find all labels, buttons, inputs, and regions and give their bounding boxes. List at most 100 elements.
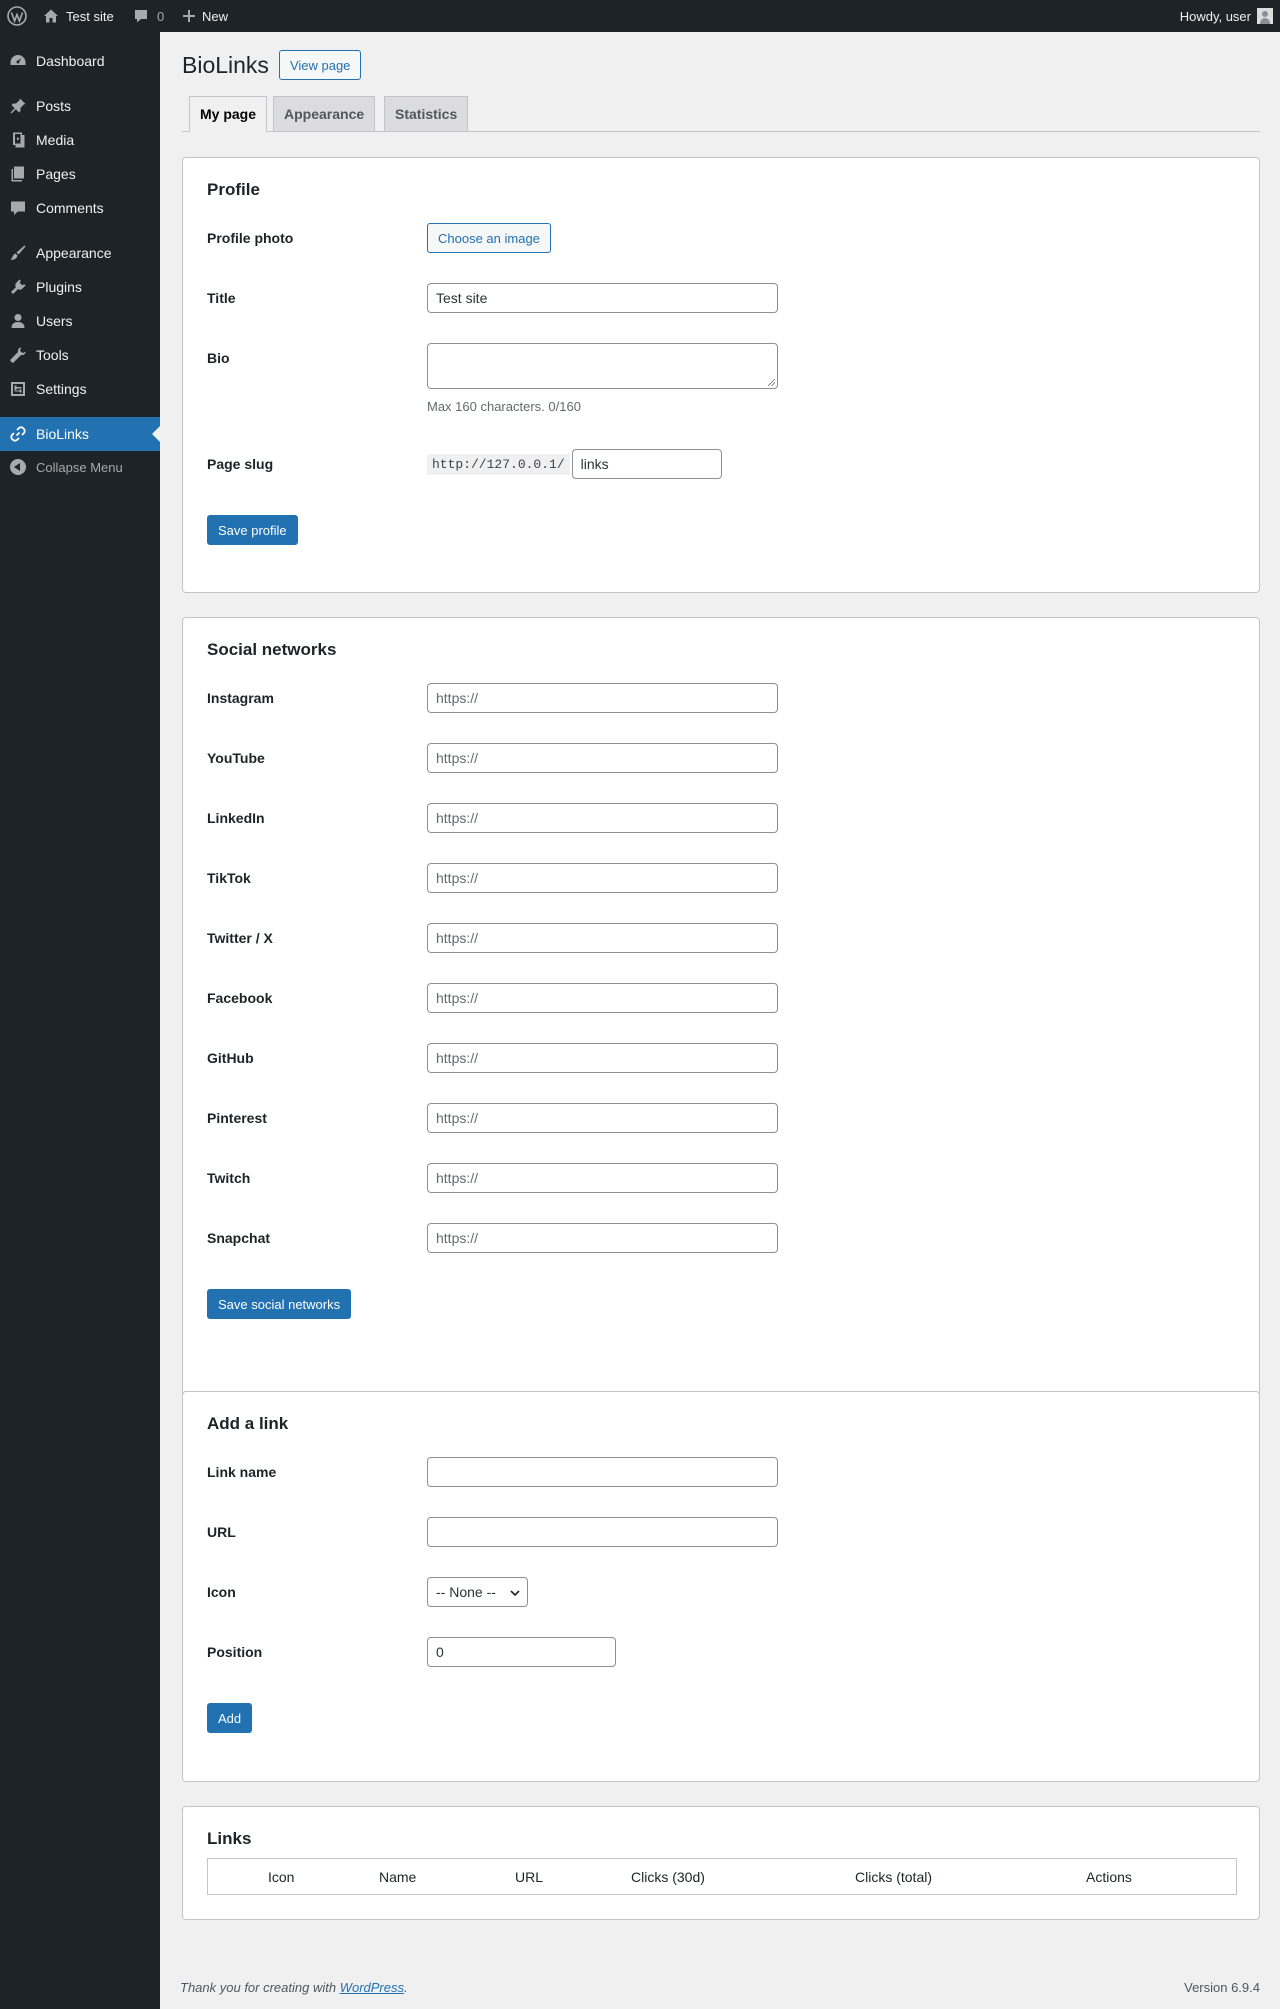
plug-icon xyxy=(0,278,36,296)
social-label: LinkedIn xyxy=(207,810,265,826)
column-header-name: Name xyxy=(379,1869,417,1885)
social-label: Pinterest xyxy=(207,1110,267,1126)
facebook-url-input[interactable]: https:// xyxy=(427,983,778,1013)
sidebar-item-label: Users xyxy=(36,313,73,329)
collapse-menu-button[interactable]: Collapse Menu xyxy=(0,450,160,484)
instagram-url-input[interactable]: https:// xyxy=(427,683,778,713)
column-header-clicks-30d: Clicks (30d) xyxy=(631,1869,705,1885)
add-link-button[interactable]: Add xyxy=(207,1703,253,1733)
title-label: Title xyxy=(207,290,236,306)
snapchat-url-input[interactable]: https:// xyxy=(427,1223,778,1253)
page-slug-label: Page slug xyxy=(207,456,274,472)
social-label: Twitter / X xyxy=(207,930,273,946)
save-profile-button[interactable]: Save profile xyxy=(207,515,298,545)
column-header-clicks-total: Clicks (total) xyxy=(855,1869,933,1885)
sidebar-item-settings[interactable]: Settings xyxy=(0,372,160,406)
choose-image-button[interactable]: Choose an image xyxy=(427,223,551,253)
link-url-input[interactable] xyxy=(427,1517,778,1547)
sidebar-item-comments[interactable]: Comments xyxy=(0,191,160,225)
slug-input[interactable]: links xyxy=(571,449,722,479)
site-name: Test site xyxy=(66,8,114,24)
sidebar-item-label: Pages xyxy=(36,166,76,182)
links-card: Links Icon Name URL Clicks (30d) Clicks … xyxy=(182,1806,1260,1920)
linkedin-url-input[interactable]: https:// xyxy=(427,803,778,833)
sidebar-item-dashboard[interactable]: Dashboard xyxy=(0,44,160,78)
links-heading: Links xyxy=(207,1829,252,1848)
bio-label: Bio xyxy=(207,350,230,366)
social-label: TikTok xyxy=(207,870,251,886)
column-header-icon: Icon xyxy=(268,1869,295,1885)
social-label: Facebook xyxy=(207,990,273,1006)
column-header-actions: Actions xyxy=(1086,1869,1132,1885)
links-table: Icon Name URL Clicks (30d) Clicks (total… xyxy=(207,1858,1237,1895)
tab-my-page[interactable]: My page xyxy=(189,96,268,132)
wordpress-logo-icon[interactable] xyxy=(7,0,27,32)
sidebar-item-label: BioLinks xyxy=(36,426,89,442)
profile-heading: Profile xyxy=(207,180,260,199)
my-account-link[interactable]: Howdy, user xyxy=(1180,0,1273,32)
sidebar-item-pages[interactable]: Pages xyxy=(0,157,160,191)
social-label: Twitch xyxy=(207,1170,251,1186)
page-header: BioLinks View page xyxy=(182,50,362,80)
icon-select-value: -- None -- xyxy=(436,1584,496,1600)
nav-tabs: My page Appearance Statistics xyxy=(182,96,1260,132)
link-name-label: Link name xyxy=(207,1464,277,1480)
link-url-label: URL xyxy=(207,1524,236,1540)
comment-icon xyxy=(133,8,149,24)
slug-prefix: http://127.0.0.1/ xyxy=(427,453,570,475)
sidebar-item-appearance[interactable]: Appearance xyxy=(0,236,160,270)
new-content-link[interactable]: New xyxy=(182,0,228,32)
column-header-url: URL xyxy=(515,1869,544,1885)
bio-textarea[interactable] xyxy=(427,343,778,389)
home-icon xyxy=(43,8,59,24)
wordpress-link[interactable]: WordPress xyxy=(340,1980,404,1995)
tiktok-url-input[interactable]: https:// xyxy=(427,863,778,893)
twitter-url-input[interactable]: https:// xyxy=(427,923,778,953)
chevron-down-icon xyxy=(510,1590,520,1597)
sidebar-item-label: Tools xyxy=(36,347,69,363)
pinterest-url-input[interactable]: https:// xyxy=(427,1103,778,1133)
view-page-button[interactable]: View page xyxy=(278,50,362,80)
pages-icon xyxy=(0,165,36,183)
footer: Thank you for creating with WordPress. V… xyxy=(180,1980,1260,1995)
title-input[interactable]: Test site xyxy=(427,283,778,313)
twitch-url-input[interactable]: https:// xyxy=(427,1163,778,1193)
sidebar-item-posts[interactable]: Posts xyxy=(0,89,160,123)
add-link-heading: Add a link xyxy=(207,1414,289,1433)
link-position-label: Position xyxy=(207,1644,263,1660)
collapse-icon xyxy=(0,459,36,475)
settings-icon xyxy=(0,380,36,398)
sidebar-item-media[interactable]: Media xyxy=(0,123,160,157)
youtube-url-input[interactable]: https:// xyxy=(427,743,778,773)
admin-sidebar: Dashboard Posts Media Pages Comments App… xyxy=(0,32,160,2009)
tab-appearance[interactable]: Appearance xyxy=(273,96,376,132)
sidebar-item-users[interactable]: Users xyxy=(0,304,160,338)
add-link-row: Add xyxy=(207,1703,1237,1733)
bio-hint: Max 160 characters. 0/160 xyxy=(427,399,581,414)
user-icon xyxy=(0,312,36,330)
site-name-link[interactable]: Test site xyxy=(43,0,114,32)
github-url-input[interactable]: https:// xyxy=(427,1043,778,1073)
sidebar-item-label: Plugins xyxy=(36,279,82,295)
footer-version: Version 6.9.4 xyxy=(1184,1980,1260,1995)
collapse-menu-label: Collapse Menu xyxy=(36,459,123,475)
position-input[interactable]: 0 xyxy=(427,1637,616,1667)
profile-card: Profile Profile photo Choose an image Ti… xyxy=(182,157,1260,593)
link-name-input[interactable] xyxy=(427,1457,778,1487)
footer-thanks: Thank you for creating with WordPress. xyxy=(180,1980,408,1995)
sidebar-item-tools[interactable]: Tools xyxy=(0,338,160,372)
dashboard-icon xyxy=(0,52,36,70)
comments-link[interactable]: 0 xyxy=(133,0,164,32)
icon-select[interactable]: -- None -- xyxy=(427,1577,528,1607)
new-label: New xyxy=(202,8,229,24)
save-social-networks-button[interactable]: Save social networks xyxy=(207,1289,352,1319)
plus-icon xyxy=(182,9,196,23)
tab-statistics[interactable]: Statistics xyxy=(384,96,469,132)
sidebar-item-biolinks[interactable]: BioLinks xyxy=(0,417,160,451)
sidebar-item-plugins[interactable]: Plugins xyxy=(0,270,160,304)
social-networks-heading: Social networks xyxy=(207,640,337,659)
sidebar-item-label: Media xyxy=(36,132,75,148)
save-profile-row: Save profile xyxy=(207,515,1237,545)
avatar xyxy=(1257,8,1273,24)
sidebar-item-label: Settings xyxy=(36,381,87,397)
